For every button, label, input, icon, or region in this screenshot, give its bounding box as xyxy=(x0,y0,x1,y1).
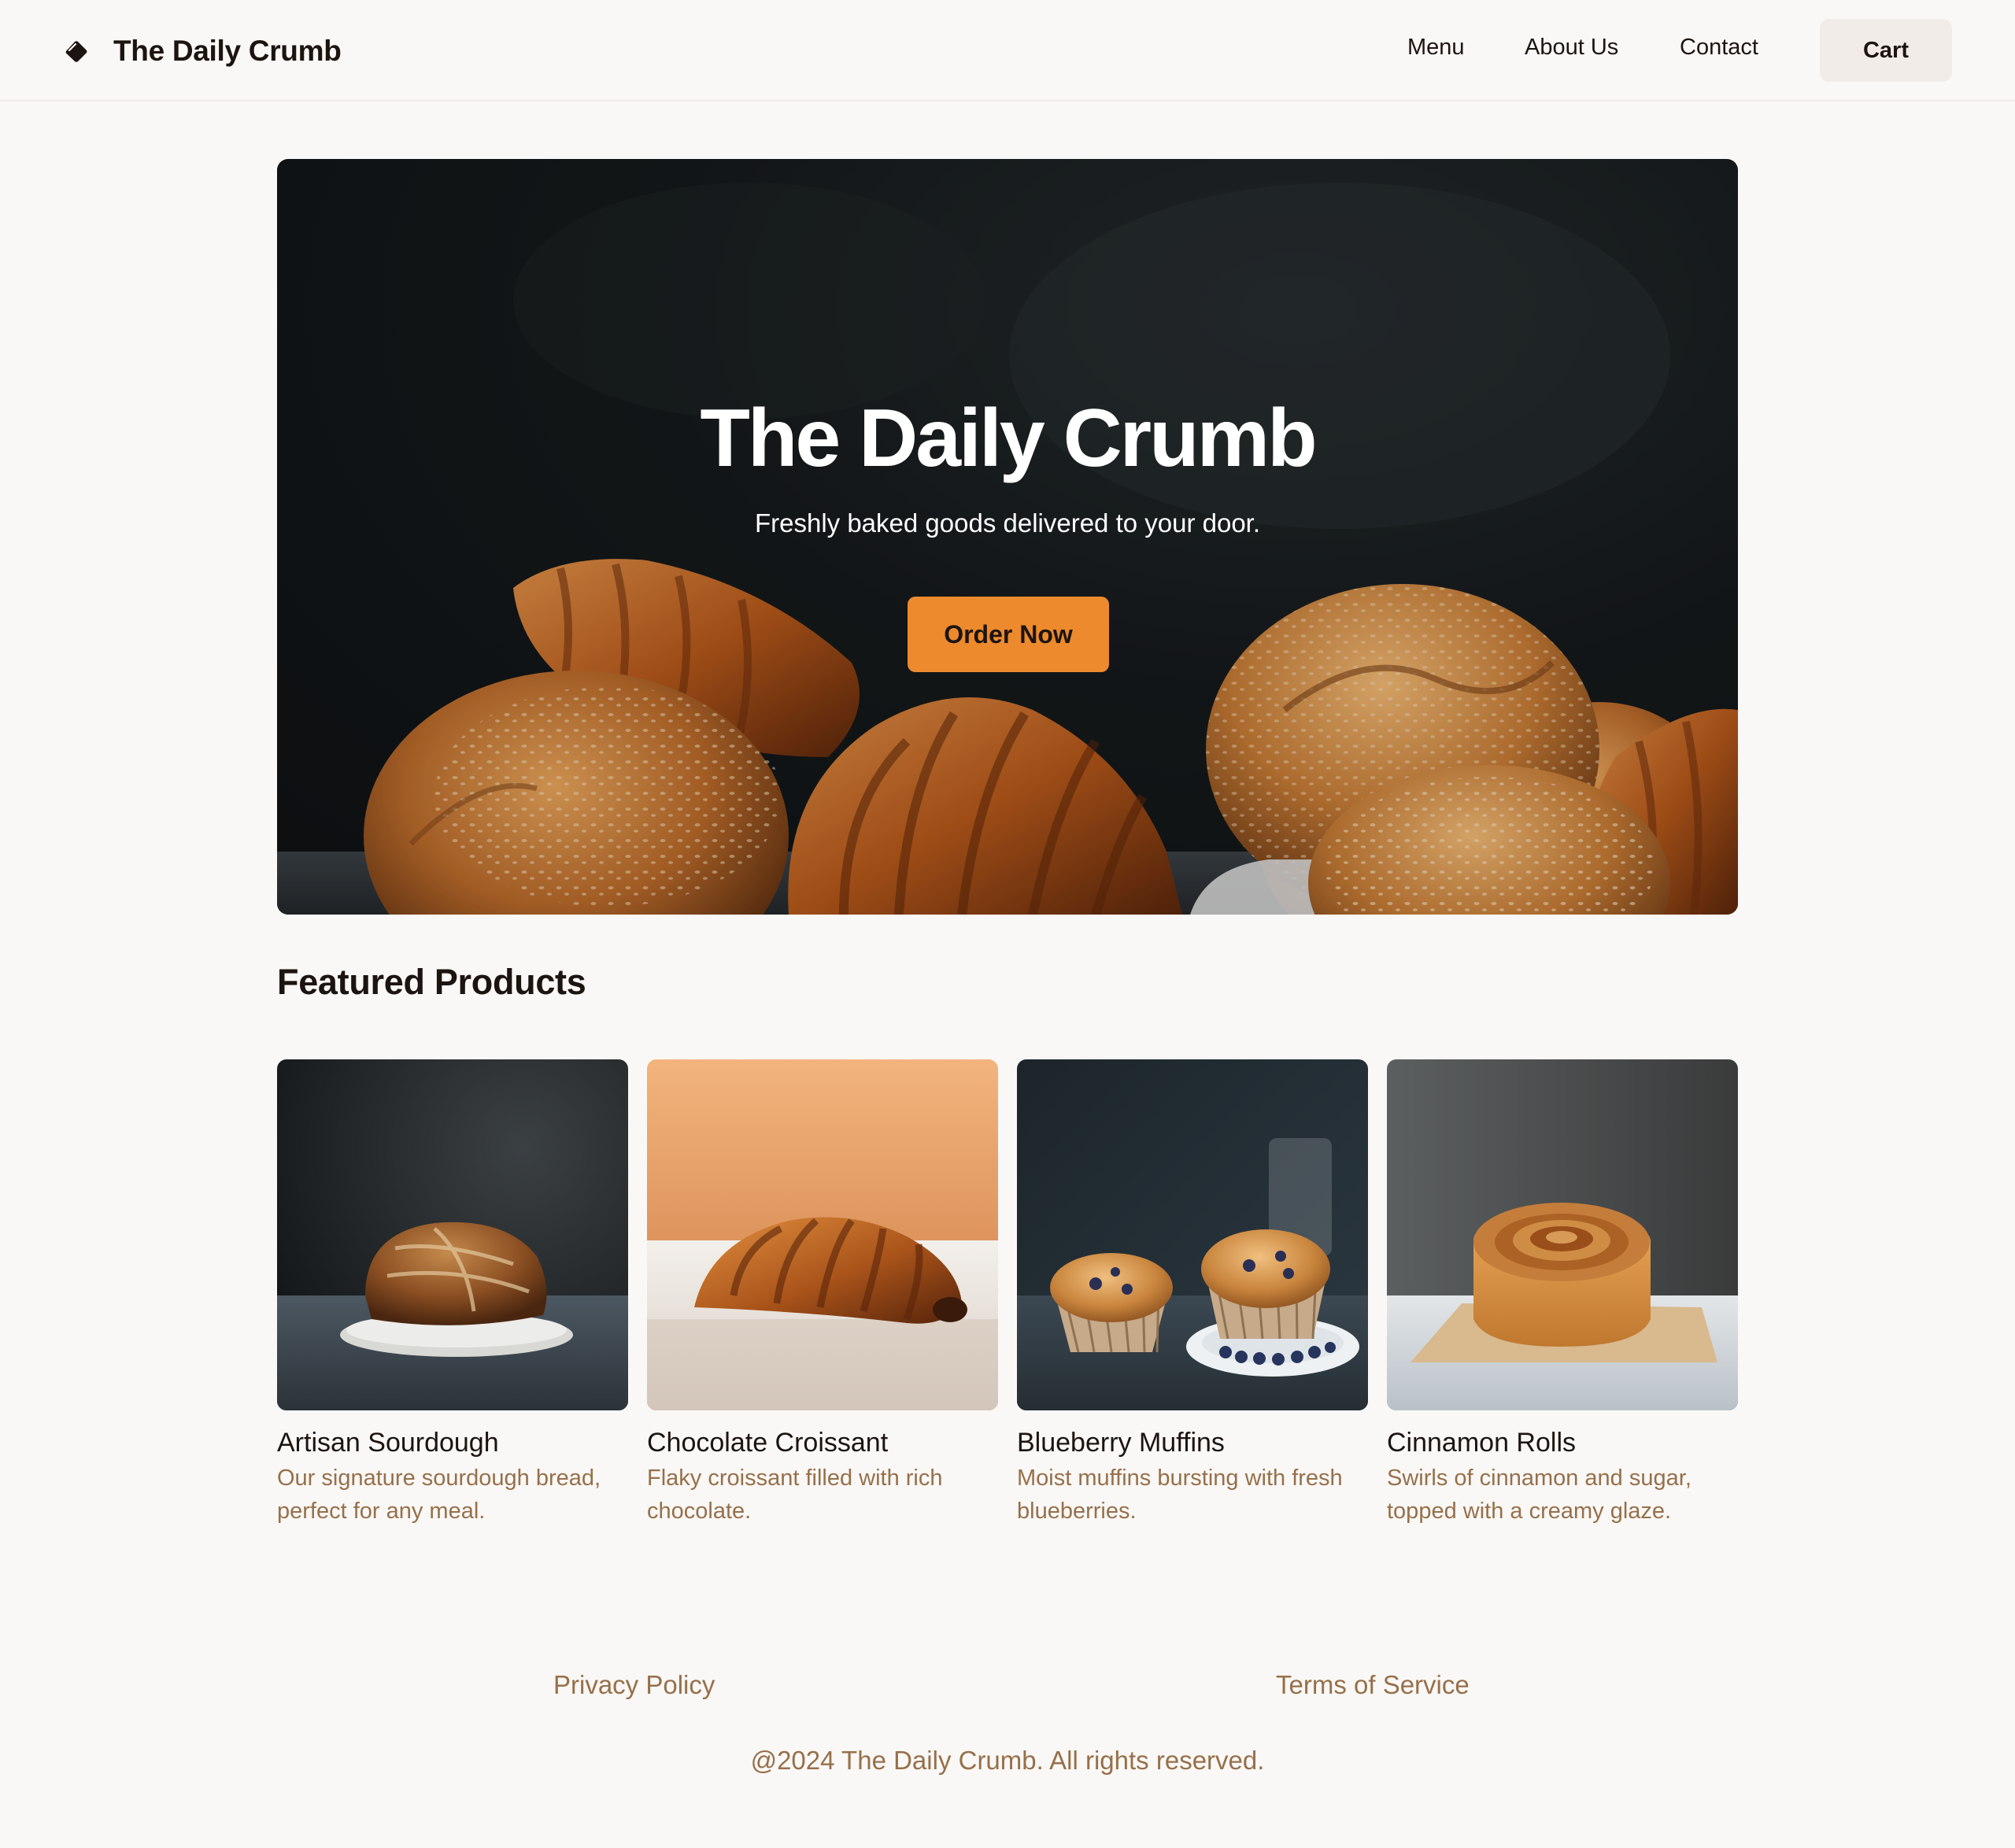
product-image-cinnamon-roll[interactable] xyxy=(1387,1059,1738,1410)
product-description: Swirls of cinnamon and sugar, topped wit… xyxy=(1387,1465,1691,1524)
nav-link-about-us[interactable]: About Us xyxy=(1525,35,1618,61)
main-nav: Menu About Us Contact xyxy=(0,30,2015,68)
product-card-artisan-sourdough[interactable]: Artisan Sourdough Our signature sourdoug… xyxy=(277,1059,628,1528)
product-image-croissant[interactable] xyxy=(647,1059,998,1410)
top-navigation-bar: The Daily Crumb Menu About Us Contact Ca… xyxy=(0,0,2015,102)
copyright-text: @2024 The Daily Crumb. All rights reserv… xyxy=(750,1746,1265,1775)
nav-link-menu[interactable]: Menu xyxy=(1407,35,1465,61)
product-name[interactable]: Artisan Sourdough xyxy=(277,1428,628,1458)
product-card-cinnamon-rolls[interactable]: Cinnamon Rolls Swirls of cinnamon and su… xyxy=(1387,1059,1738,1528)
hero-title: The Daily Crumb xyxy=(700,393,1317,484)
product-description: Moist muffins bursting with fresh bluebe… xyxy=(1017,1465,1343,1524)
order-now-button[interactable]: Order Now xyxy=(908,597,1109,672)
featured-products-heading: Featured Products xyxy=(277,962,586,1002)
cart-button[interactable]: Cart xyxy=(1820,19,1952,82)
product-name[interactable]: Chocolate Croissant xyxy=(647,1428,998,1458)
footer-link-privacy-policy[interactable]: Privacy Policy xyxy=(553,1670,715,1700)
product-image-sourdough[interactable] xyxy=(277,1059,628,1410)
product-image-muffins[interactable] xyxy=(1017,1059,1368,1410)
product-card-blueberry-muffins[interactable]: Blueberry Muffins Moist muffins bursting… xyxy=(1017,1059,1368,1528)
product-name[interactable]: Blueberry Muffins xyxy=(1017,1428,1368,1458)
product-description: Our signature sourdough bread, perfect f… xyxy=(277,1465,601,1524)
product-card-chocolate-croissant[interactable]: Chocolate Croissant Flaky croissant fill… xyxy=(647,1059,998,1528)
hero-subtitle: Freshly baked goods delivered to your do… xyxy=(754,508,1261,538)
product-name[interactable]: Cinnamon Rolls xyxy=(1387,1428,1738,1458)
nav-link-contact[interactable]: Contact xyxy=(1680,35,1758,61)
product-description: Flaky croissant filled with rich chocola… xyxy=(647,1465,943,1524)
hero-banner: The Daily Crumb Freshly baked goods deli… xyxy=(277,159,1738,915)
footer-link-terms-of-service[interactable]: Terms of Service xyxy=(1276,1670,1470,1700)
